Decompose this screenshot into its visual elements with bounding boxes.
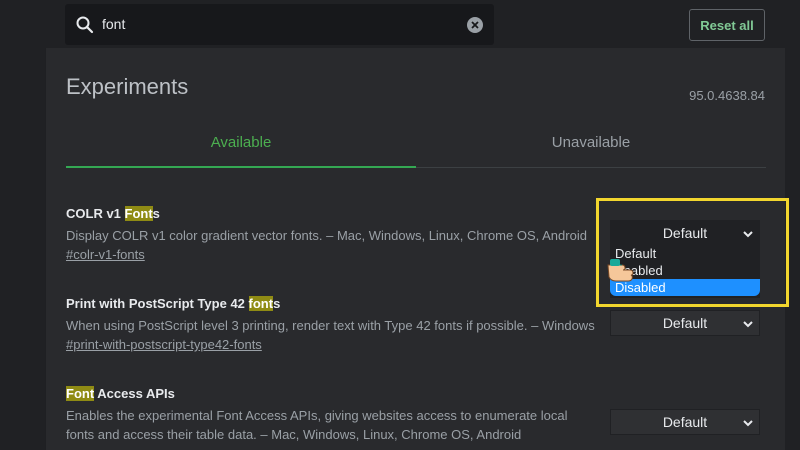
experiment-link[interactable]: #colr-v1-fonts — [66, 245, 606, 265]
version-label: 95.0.4638.84 — [689, 88, 765, 103]
search-input[interactable]: font — [102, 16, 125, 32]
page-title: Experiments — [66, 74, 189, 99]
tab-available[interactable]: Available — [66, 134, 416, 166]
select-value: Default — [662, 414, 708, 430]
experiment-description: Enables the experimental Font Access API… — [66, 406, 606, 444]
experiment-link[interactable]: #print-with-postscript-type42-fonts — [66, 335, 626, 355]
experiment-colr-v1-fonts: COLR v1 Fonts Display COLR v1 color grad… — [66, 206, 606, 265]
experiment-select-font-access[interactable]: Default — [610, 409, 760, 435]
search-highlight: Font — [66, 386, 95, 401]
search-highlight: font — [248, 296, 274, 311]
title-text: Access APIs — [94, 386, 175, 401]
experiment-select-postscript-type42[interactable]: Default — [610, 310, 760, 336]
reset-all-button[interactable]: Reset all — [689, 9, 765, 41]
experiment-title: Print with PostScript Type 42 fonts — [66, 296, 626, 312]
experiment-description: Display COLR v1 color gradient vector fo… — [66, 228, 587, 243]
search-icon — [76, 16, 94, 34]
tab-unavailable[interactable]: Unavailable — [416, 134, 766, 166]
experiment-title: COLR v1 Fonts — [66, 206, 606, 222]
clear-icon[interactable] — [467, 17, 483, 33]
description-line: fonts and access their table data. – Mac… — [66, 427, 522, 442]
title-text: s — [152, 206, 160, 221]
experiment-title: Font Access APIs — [66, 386, 606, 402]
tab-active-indicator — [66, 166, 416, 168]
pointing-hand-icon — [607, 259, 634, 282]
chevron-down-icon — [743, 420, 753, 427]
experiment-postscript-type42: Print with PostScript Type 42 fonts When… — [66, 296, 626, 355]
chevron-down-icon — [743, 321, 753, 328]
experiment-font-access: Font Access APIs Enables the experimenta… — [66, 386, 606, 444]
select-value: Default — [662, 315, 708, 331]
title-text: s — [273, 296, 281, 311]
search-box[interactable]: font — [65, 4, 494, 45]
title-text: Print with PostScript Type 42 — [66, 296, 249, 311]
title-text: COLR v1 — [66, 206, 125, 221]
description-line: Enables the experimental Font Access API… — [66, 408, 568, 423]
experiment-description: When using PostScript level 3 printing, … — [66, 318, 595, 333]
search-highlight: Font — [124, 206, 153, 221]
top-bar: font Reset all — [0, 0, 800, 48]
